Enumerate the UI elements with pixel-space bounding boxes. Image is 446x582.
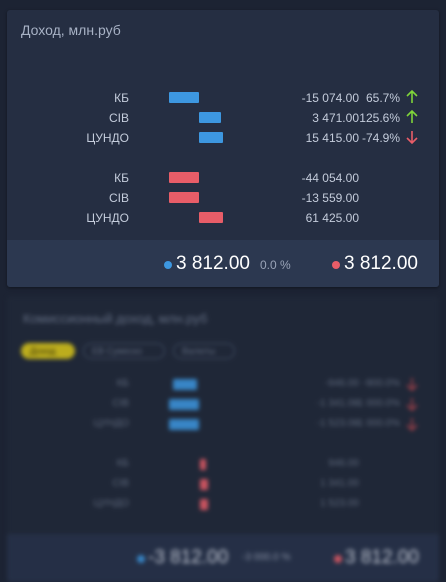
commission-red-row-cundo[interactable]: ЦУНДО 1 523.00: [7, 495, 439, 515]
row-label: CIB: [108, 191, 129, 205]
commission-blue-row-kb[interactable]: КБ -946.00 -900.0%: [7, 375, 439, 395]
arrow-up-icon: [406, 109, 418, 123]
row-label: ЦУНДО: [86, 211, 129, 225]
arrow-down-icon: [406, 378, 418, 392]
row-label: ЦУНДО: [93, 418, 129, 429]
red-total: 3 812.00: [345, 547, 419, 568]
income-blue-row-kb[interactable]: КБ -15 074.00 65.7%: [7, 88, 439, 108]
commission-card-title: Комиссионный доход, млн.руб: [23, 311, 208, 326]
row-value: -44 054.00: [301, 171, 359, 185]
blue-total: 3 812.00: [176, 253, 250, 274]
commission-card: Комиссионный доход, млн.руб Доход ЕВ Сум…: [7, 296, 439, 582]
row-label: ЦУНДО: [93, 498, 129, 509]
income-bar-kb-red: [169, 172, 199, 183]
income-bar-cib-red: [169, 192, 199, 203]
commission-bar-cib-red: [200, 479, 208, 490]
income-bar-cundo-red: [199, 212, 223, 223]
row-percent: -1 000.0%: [354, 398, 400, 409]
chip-eb[interactable]: ЕВ Сумеско: [83, 343, 165, 359]
income-bar-kb: [169, 92, 199, 103]
income-red-row-kb[interactable]: КБ -44 054.00: [7, 168, 439, 188]
row-label: КБ: [116, 458, 129, 469]
red-dot-icon: [332, 261, 340, 269]
commission-bar-cundo: [169, 419, 199, 430]
commission-bar-cib: [169, 399, 199, 410]
row-value: 3 471.00: [312, 111, 359, 125]
blue-total-percent: 0.0 %: [260, 258, 291, 272]
row-value: 61 425.00: [305, 211, 359, 225]
row-value: -1 341.00: [316, 398, 359, 409]
income-red-row-cib[interactable]: CIB -13 559.00: [7, 188, 439, 208]
income-card: Доход, млн.руб КБ -15 074.00 65.7% CIB 3…: [7, 10, 439, 287]
arrow-down-icon: [406, 131, 418, 145]
income-bar-cib: [199, 112, 221, 123]
row-label: КБ: [116, 378, 129, 389]
chip-income[interactable]: Доход: [21, 343, 75, 359]
row-percent: -900.0%: [362, 378, 400, 389]
income-bar-cundo: [199, 132, 223, 143]
row-percent: -74.9%: [361, 131, 400, 145]
row-value: 1 341.00: [320, 478, 359, 489]
row-value: 15 415.00: [305, 131, 359, 145]
commission-blue-row-cundo[interactable]: ЦУНДО -1 523.00 -1 000.0%: [7, 415, 439, 435]
row-percent: 65.7%: [365, 91, 400, 105]
row-label: CIB: [108, 111, 129, 125]
commission-card-footer: -3 812.00 -3 000.0 % 3 812.00: [7, 534, 439, 582]
row-value: 1 523.00: [320, 498, 359, 509]
blue-dot-icon: [164, 261, 172, 269]
chip-currency[interactable]: Валюты: [173, 343, 235, 359]
income-card-title: Доход, млн.руб: [21, 22, 121, 38]
arrow-down-icon: [406, 398, 418, 412]
row-value: 946.00: [328, 458, 359, 469]
row-label: ЦУНДО: [86, 131, 129, 145]
arrow-down-icon: [406, 418, 418, 432]
blue-total-percent: -3 000.0 %: [242, 552, 291, 563]
commission-red-row-kb[interactable]: КБ 946.00: [7, 455, 439, 475]
income-card-footer: 3 812.00 0.0 % 3 812.00: [7, 240, 439, 287]
red-total: 3 812.00: [344, 253, 418, 274]
red-dot-icon: [334, 555, 342, 563]
commission-bar-cundo-red: [200, 499, 208, 510]
row-percent: 125.6%: [359, 111, 400, 125]
commission-bar-kb-red: [200, 459, 206, 470]
arrow-up-icon: [406, 89, 418, 103]
blue-total: -3 812.00: [148, 547, 229, 568]
commission-red-row-cib[interactable]: CIB 1 341.00: [7, 475, 439, 495]
row-label: CIB: [112, 478, 129, 489]
income-blue-row-cundo[interactable]: ЦУНДО 15 415.00 -74.9%: [7, 128, 439, 148]
row-value: -1 523.00: [316, 418, 359, 429]
row-value: -946.00: [325, 378, 359, 389]
row-label: КБ: [114, 171, 129, 185]
row-value: -13 559.00: [301, 191, 359, 205]
row-label: CIB: [112, 398, 129, 409]
row-value: -15 074.00: [301, 91, 359, 105]
row-label: КБ: [114, 91, 129, 105]
blue-dot-icon: [137, 555, 145, 563]
income-blue-row-cib[interactable]: CIB 3 471.00 125.6%: [7, 108, 439, 128]
income-red-row-cundo[interactable]: ЦУНДО 61 425.00: [7, 208, 439, 228]
commission-blue-row-cib[interactable]: CIB -1 341.00 -1 000.0%: [7, 395, 439, 415]
commission-bar-kb: [173, 379, 197, 390]
row-percent: -1 000.0%: [354, 418, 400, 429]
